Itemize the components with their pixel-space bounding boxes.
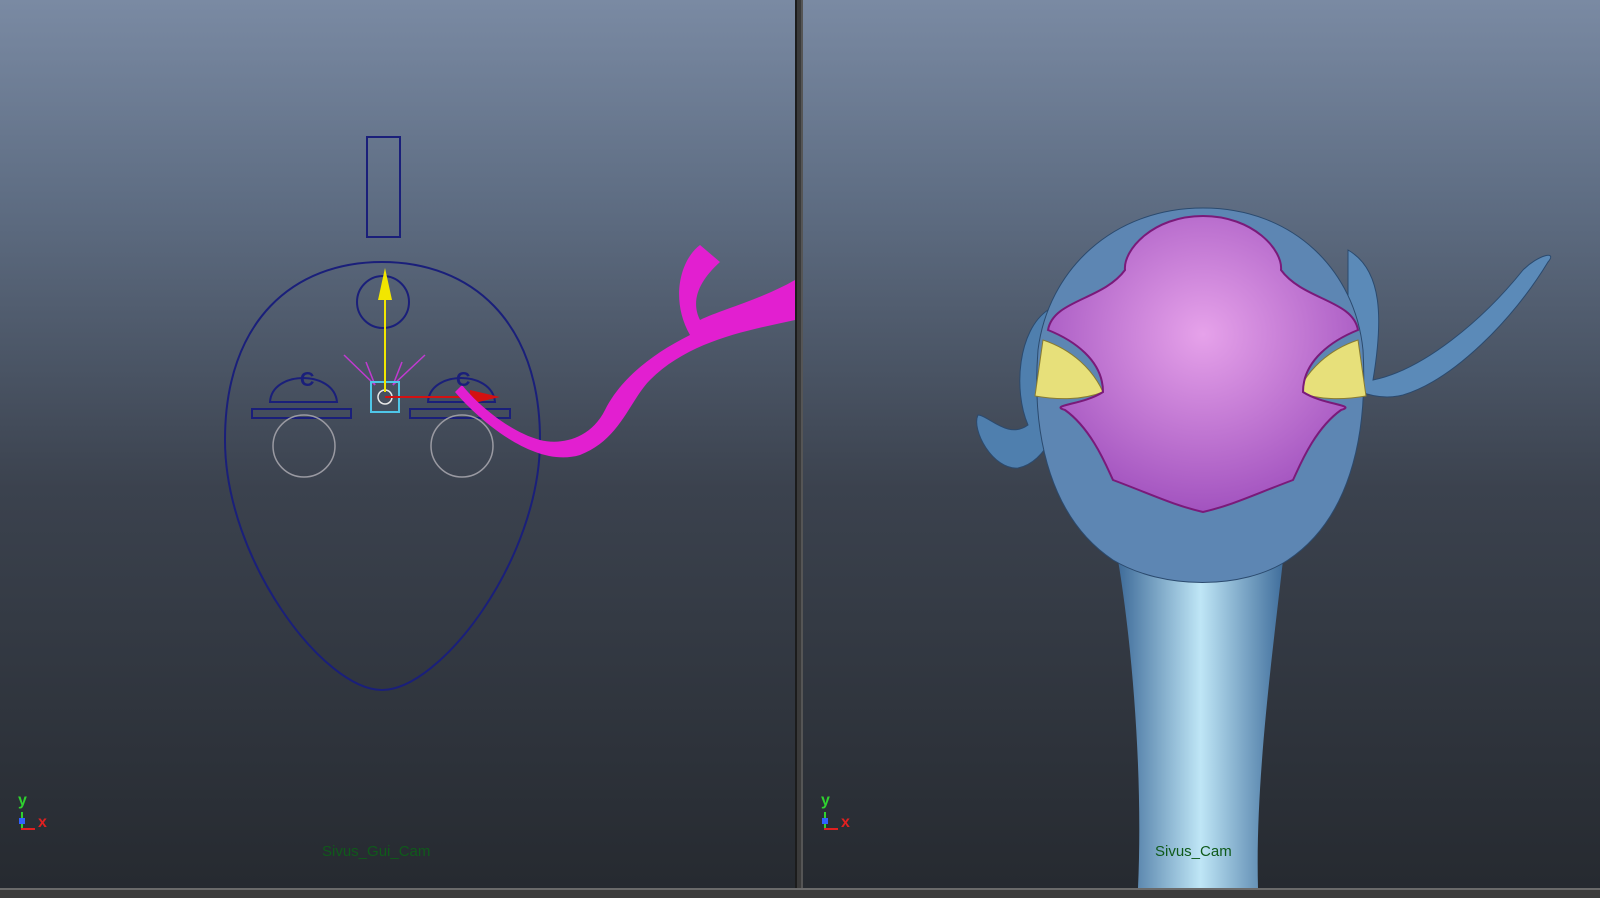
camera-label: Sivus_Gui_Cam: [322, 843, 431, 860]
control-rig-drawing[interactable]: C C: [0, 0, 795, 888]
character-render[interactable]: [803, 0, 1600, 888]
axis-y-label: y: [821, 792, 830, 809]
axis-x-label: x: [841, 814, 850, 831]
viewport-divider[interactable]: [795, 0, 803, 888]
neck[interactable]: [1118, 560, 1283, 888]
left-eye-circle[interactable]: [272, 414, 336, 478]
character-camera-viewport[interactable]: y x Sivus_Cam: [803, 0, 1600, 888]
axis-z-icon: [822, 818, 828, 824]
right-horn[interactable]: [1347, 249, 1551, 398]
selected-nurbs-curve[interactable]: [455, 245, 795, 458]
right-eye-circle[interactable]: [430, 414, 494, 478]
gui-camera-viewport[interactable]: C C y x Sivus_Gui_Cam: [0, 0, 795, 888]
axis-indicator: y x: [819, 792, 859, 832]
panel-bottom-border: [0, 888, 1600, 898]
axis-z-icon: [19, 818, 25, 824]
left-v-control[interactable]: [343, 354, 376, 386]
top-bar-control[interactable]: [366, 136, 401, 238]
manip-y-arrow-icon[interactable]: [378, 268, 392, 300]
axis-x-label: x: [38, 814, 47, 831]
right-v-control[interactable]: [392, 354, 426, 386]
left-lid-plate[interactable]: [251, 408, 352, 419]
axis-y-label: y: [18, 792, 27, 809]
left-eye-letter: C: [300, 369, 314, 391]
camera-label: Sivus_Cam: [1155, 843, 1232, 860]
head-outline-control[interactable]: [223, 260, 542, 692]
axis-x-line: [824, 828, 838, 830]
axis-indicator: y x: [16, 792, 56, 832]
axis-x-line: [21, 828, 35, 830]
right-eye-letter: C: [456, 369, 470, 391]
